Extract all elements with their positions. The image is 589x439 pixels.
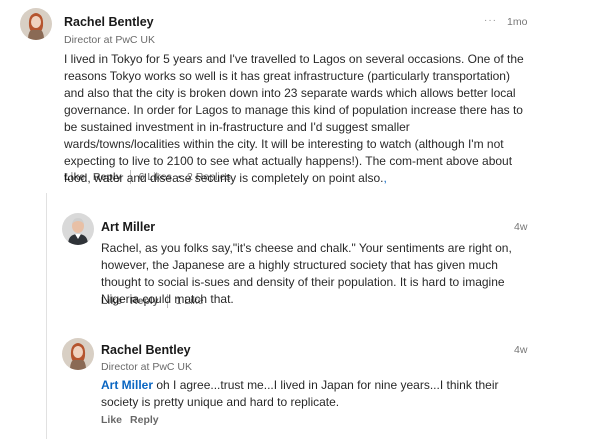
comment-text: I lived in Tokyo for 5 years and I've tr…: [64, 52, 524, 185]
more-options-icon[interactable]: ···: [484, 15, 497, 26]
bullet-separator: •: [177, 172, 182, 182]
avatar[interactable]: [62, 213, 94, 245]
avatar[interactable]: [62, 338, 94, 370]
author-headline: Director at PwC UK: [64, 34, 156, 46]
like-button[interactable]: Like: [101, 295, 122, 307]
reply-button[interactable]: Reply: [130, 295, 159, 307]
avatar-rachel-bentley-icon: [62, 338, 94, 370]
divider: [129, 170, 131, 184]
avatar[interactable]: [20, 8, 52, 40]
reply-button[interactable]: Reply: [93, 171, 122, 183]
replies-count[interactable]: 2 Replies: [187, 171, 231, 183]
author-name[interactable]: Rachel Bentley: [64, 15, 154, 29]
likes-count[interactable]: 6 Likes: [139, 171, 172, 183]
reply-button[interactable]: Reply: [130, 414, 159, 426]
divider: [166, 294, 168, 308]
timestamp: 4w: [514, 221, 528, 233]
reply-1: Art Miller 4w Rachel, as you folks say,"…: [0, 205, 589, 315]
author-headline: Director at PwC UK: [101, 361, 193, 373]
reply-2: Rachel Bentley Director at PwC UK 4w Art…: [0, 330, 589, 439]
likes-count[interactable]: 1 Like: [176, 295, 204, 307]
author-name[interactable]: Rachel Bentley: [101, 343, 191, 357]
like-button[interactable]: Like: [64, 171, 85, 183]
mention-link[interactable]: Art Miller: [101, 378, 153, 392]
comment-body: I lived in Tokyo for 5 years and I've tr…: [64, 51, 526, 187]
author-name[interactable]: Art Miller: [101, 220, 155, 234]
comment-actions: Like Reply: [101, 414, 159, 426]
comment-text: oh I agree...trust me...I lived in Japan…: [101, 378, 499, 409]
comment-body: Art Miller oh I agree...trust me...I liv…: [101, 377, 526, 411]
comment-actions: Like Reply 6 Likes • 2 Replies: [64, 170, 231, 184]
comment-text-tail: ,: [383, 171, 387, 185]
comment-1: Rachel Bentley Director at PwC UK ··· 1m…: [0, 0, 589, 190]
avatar-rachel-bentley-icon: [20, 8, 52, 40]
like-button[interactable]: Like: [101, 414, 122, 426]
timestamp: 4w: [514, 344, 528, 356]
comment-actions: Like Reply 1 Like: [101, 294, 204, 308]
timestamp: 1mo: [507, 16, 528, 28]
avatar-art-miller-icon: [62, 213, 94, 245]
